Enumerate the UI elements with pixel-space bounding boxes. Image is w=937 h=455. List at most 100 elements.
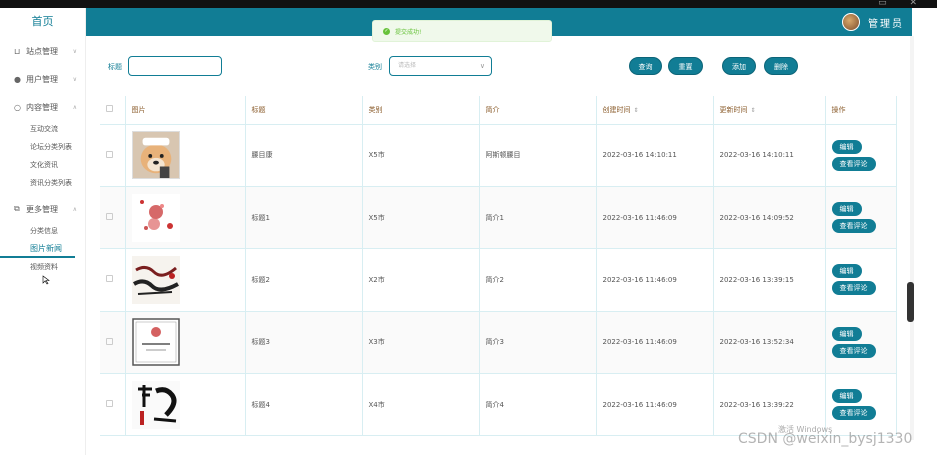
edit-button[interactable]: 编辑 <box>831 389 862 404</box>
dog-photo-thumbnail <box>131 131 180 180</box>
created-cell: 2022-03-16 11:46:09 <box>596 248 714 312</box>
actions-cell: 编辑 查看评论 <box>825 248 897 312</box>
picture-news-table: 图片 标题 类别 简介 创建时间 ⇕ 更新时间 ⇕ 操作 腰目康 X5市 阿斯顿… <box>100 96 897 437</box>
category-cell: X3市 <box>362 311 480 375</box>
intro-cell: 简介1 <box>479 186 597 250</box>
category-select[interactable]: 请选择 ∨ <box>389 56 492 76</box>
sidebar-item-news-categories[interactable]: 资讯分类列表 <box>0 174 85 192</box>
col-header-category: 类别 <box>362 96 480 125</box>
title-search-input[interactable] <box>128 56 222 76</box>
chevron-up-icon: ∧ <box>72 205 77 213</box>
edit-button[interactable]: 编辑 <box>831 326 862 341</box>
title-cell: 标题1 <box>245 186 363 250</box>
col-header-updated-label: 更新时间 <box>719 105 748 114</box>
select-all-cell[interactable] <box>100 96 126 125</box>
chevron-down-icon: ∨ <box>72 47 77 55</box>
intro-cell: 简介3 <box>479 311 597 375</box>
col-header-created-label: 创建时间 <box>602 105 631 114</box>
copy-icon: ⧉ <box>14 204 20 213</box>
edit-button[interactable]: 编辑 <box>831 139 862 154</box>
ink-brush-thumbnail <box>131 380 180 429</box>
intro-cell: 阿斯顿腰目 <box>479 124 597 187</box>
row-checkbox[interactable] <box>106 400 113 408</box>
row-checkbox-cell[interactable] <box>100 311 126 375</box>
vertical-scrollbar[interactable] <box>910 36 914 440</box>
sidebar-item-picture-news[interactable]: 图片新闻 <box>0 240 75 258</box>
reset-button[interactable]: 重置 <box>668 57 703 75</box>
created-cell: 2022-03-16 14:10:11 <box>596 124 714 187</box>
category-placeholder: 请选择 <box>398 62 417 69</box>
row-checkbox-cell[interactable] <box>100 373 126 437</box>
view-comments-button[interactable]: 查看评论 <box>831 219 876 234</box>
scrollbar-thumb[interactable] <box>907 282 914 322</box>
row-checkbox-cell[interactable] <box>100 124 126 187</box>
chevron-down-icon: ∨ <box>72 75 77 83</box>
sidebar: 首页 ⊔ 站点管理 ∨ ● 用户管理 ∨ ○ 内容管理 ∧ 互动交流 论坛分类列… <box>0 8 86 455</box>
title-label: 标题 <box>108 63 122 71</box>
delete-button[interactable]: 删除 <box>764 57 798 75</box>
col-header-title: 标题 <box>245 96 363 125</box>
sidebar-group-label: 内容管理 <box>26 102 58 112</box>
sidebar-group-site[interactable]: ⊔ 站点管理 ∨ <box>0 44 85 58</box>
row-checkbox-cell[interactable] <box>100 248 126 312</box>
picture-cell <box>125 373 246 437</box>
actions-cell: 编辑 查看评论 <box>825 373 897 437</box>
row-checkbox-cell[interactable] <box>100 186 126 250</box>
table-row: 标题2 X2市 简介2 2022-03-16 11:46:09 2022-03-… <box>100 248 897 312</box>
sidebar-brand-home[interactable]: 首页 <box>0 8 85 36</box>
sidebar-group-content[interactable]: ○ 内容管理 ∧ <box>0 100 85 114</box>
edit-button[interactable]: 编辑 <box>831 264 862 279</box>
row-checkbox[interactable] <box>106 213 113 221</box>
view-comments-button[interactable]: 查看评论 <box>831 156 876 171</box>
window-controls[interactable]: ▭ ✕ <box>878 0 927 8</box>
picture-cell <box>125 186 246 250</box>
title-cell: 标题3 <box>245 311 363 375</box>
row-checkbox[interactable] <box>106 275 113 283</box>
sidebar-item-culture-news[interactable]: 文化资讯 <box>0 156 85 174</box>
sidebar-group-users[interactable]: ● 用户管理 ∨ <box>0 72 85 86</box>
sidebar-item-video-data[interactable]: 视频资料 <box>0 258 85 276</box>
window-titlebar: ▭ ✕ <box>0 0 937 8</box>
avatar[interactable] <box>842 13 860 31</box>
col-header-created[interactable]: 创建时间 ⇕ <box>596 96 714 125</box>
sort-icon[interactable]: ⇕ <box>751 107 756 114</box>
mouse-cursor-icon <box>42 275 50 285</box>
admin-label: 管理员 <box>868 18 904 30</box>
view-comments-button[interactable]: 查看评论 <box>831 281 876 296</box>
view-comments-button[interactable]: 查看评论 <box>831 406 876 421</box>
title-cell: 腰目康 <box>245 124 363 187</box>
category-cell: X5市 <box>362 186 480 250</box>
row-checkbox[interactable] <box>106 337 113 345</box>
chevron-up-icon: ∧ <box>72 103 77 111</box>
col-header-actions: 操作 <box>825 96 897 125</box>
sidebar-item-interaction[interactable]: 互动交流 <box>0 120 85 138</box>
admin-menu[interactable]: 管理员 <box>842 13 904 31</box>
csdn-watermark: CSDN @weixin_bysj1330 <box>738 431 913 447</box>
sidebar-item-category-info[interactable]: 分类信息 <box>0 222 85 240</box>
actions-cell: 编辑 查看评论 <box>825 124 897 187</box>
sidebar-group-label: 站点管理 <box>26 46 58 56</box>
category-cell: X4市 <box>362 373 480 437</box>
query-button[interactable]: 查询 <box>629 57 662 75</box>
intro-cell: 简介4 <box>479 373 597 437</box>
updated-cell: 2022-03-16 14:10:11 <box>713 124 826 187</box>
select-all-checkbox[interactable] <box>106 105 113 113</box>
row-checkbox[interactable] <box>106 150 113 158</box>
success-toast: ✓ 提交成功! <box>372 20 552 42</box>
col-header-intro: 简介 <box>479 96 597 125</box>
edit-button[interactable]: 编辑 <box>831 202 862 217</box>
sidebar-item-forum-categories[interactable]: 论坛分类列表 <box>0 138 85 156</box>
picture-cell <box>125 248 246 312</box>
sort-icon[interactable]: ⇕ <box>634 107 639 114</box>
table-row: 标题3 X3市 简介3 2022-03-16 11:46:09 2022-03-… <box>100 311 897 375</box>
add-button[interactable]: 添加 <box>722 57 756 75</box>
sidebar-group-more[interactable]: ⧉ 更多管理 ∧ <box>0 202 85 216</box>
picture-cell <box>125 124 246 187</box>
actions-cell: 编辑 查看评论 <box>825 311 897 375</box>
created-cell: 2022-03-16 11:46:09 <box>596 186 714 250</box>
cart-icon: ⊔ <box>14 46 21 56</box>
picture-cell <box>125 311 246 375</box>
col-header-updated[interactable]: 更新时间 ⇕ <box>713 96 826 125</box>
calligraphy-artwork-thumbnail <box>131 255 180 304</box>
view-comments-button[interactable]: 查看评论 <box>831 343 876 358</box>
